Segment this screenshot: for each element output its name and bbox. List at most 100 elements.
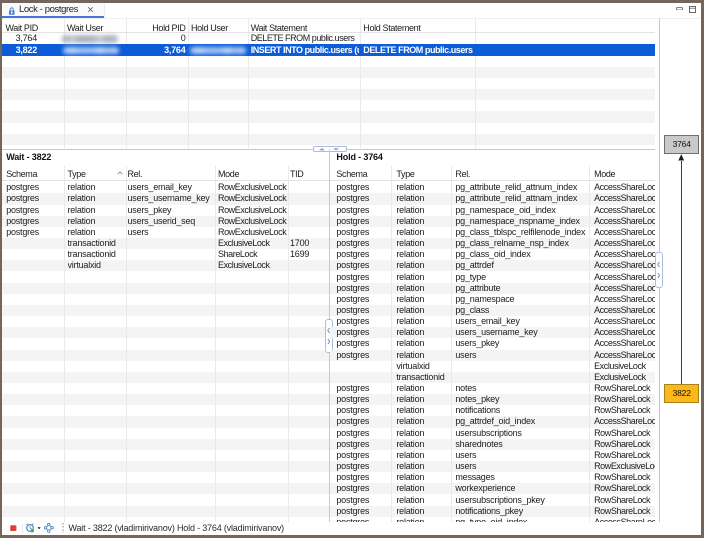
column-header-rel[interactable]: Rel. bbox=[455, 169, 470, 179]
cell-type: relation bbox=[396, 506, 450, 517]
lock-row[interactable]: postgresrelationpg_attribute_relid_attnu… bbox=[330, 182, 655, 193]
table-row-stripe bbox=[2, 350, 329, 361]
lock-row[interactable]: postgresrelationusersRowExclusiveLock bbox=[330, 461, 655, 472]
lock-row[interactable]: postgresrelationusersRowExclusiveLock bbox=[2, 227, 329, 238]
lock-row[interactable]: postgresrelationusersubscriptionsRowShar… bbox=[330, 428, 655, 439]
lock-row[interactable]: postgresrelationnotesRowShareLock bbox=[330, 383, 655, 394]
cell-schema: postgres bbox=[336, 483, 390, 494]
column-header-type[interactable]: Type bbox=[396, 169, 414, 179]
lock-row[interactable]: postgresrelationmessagesRowShareLock bbox=[330, 472, 655, 483]
graph-node-wait[interactable]: 3822 bbox=[664, 384, 699, 403]
lock-row[interactable]: postgresrelationpg_classAccessShareLock bbox=[330, 305, 655, 316]
column-header-wait-pid[interactable]: Wait PID bbox=[6, 23, 38, 33]
lock-row[interactable]: postgresrelationpg_class_tblspc_relfilen… bbox=[330, 227, 655, 238]
column-header-schema[interactable]: Schema bbox=[336, 169, 367, 179]
cell-mode: RowExclusiveLock bbox=[218, 205, 291, 216]
lock-row[interactable]: virtualxidExclusiveLock bbox=[2, 260, 329, 271]
lock-row[interactable]: postgresrelationpg_attrdef_oid_indexAcce… bbox=[330, 416, 655, 427]
lock-row[interactable]: virtualxidExclusiveLock bbox=[330, 361, 655, 372]
lock-row[interactable]: postgresrelationpg_attributeAccessShareL… bbox=[330, 283, 655, 294]
cell-mode: AccessShareLock bbox=[594, 272, 655, 283]
cell-mode: AccessShareLock bbox=[594, 350, 655, 361]
column-header-wait-user[interactable]: Wait User bbox=[67, 23, 103, 33]
restore-window-icon[interactable] bbox=[689, 6, 696, 13]
tab-close-icon[interactable] bbox=[87, 3, 94, 17]
column-header-wait-statement[interactable]: Wait Statement bbox=[251, 23, 307, 33]
column-header-hold-statement[interactable]: Hold Statement bbox=[363, 23, 420, 33]
cell-type: relation bbox=[396, 495, 450, 506]
stop-icon[interactable] bbox=[10, 525, 17, 532]
column-header-hold-pid[interactable]: Hold PID bbox=[142, 23, 186, 33]
tab-title: Lock - postgres bbox=[19, 3, 78, 17]
lock-row[interactable]: postgresrelationpg_namespace_oid_indexAc… bbox=[330, 205, 655, 216]
lock-row[interactable]: postgresrelationnotificationsRowShareLoc… bbox=[330, 405, 655, 416]
lock-row[interactable]: postgresrelationusers_pkeyAccessShareLoc… bbox=[330, 338, 655, 349]
lock-row[interactable]: postgresrelationpg_attribute_relid_attna… bbox=[330, 193, 655, 204]
column-header-rel[interactable]: Rel. bbox=[128, 169, 143, 179]
splitter-collapse-control-graph[interactable] bbox=[655, 252, 663, 288]
minimize-icon[interactable] bbox=[676, 7, 683, 10]
diagram-icon[interactable] bbox=[44, 523, 54, 533]
table-row-stripe bbox=[2, 305, 329, 316]
table-row-stripe bbox=[2, 283, 329, 294]
cell-mode: ExclusiveLock bbox=[218, 238, 291, 249]
cell-schema: postgres bbox=[336, 506, 390, 517]
table-row-stripe bbox=[2, 111, 655, 122]
lock-row[interactable]: postgresrelationusersAccessShareLock bbox=[330, 350, 655, 361]
cell-rel: pg_attribute_relid_attnum_index bbox=[455, 182, 587, 193]
column-header-type[interactable]: Type bbox=[68, 169, 86, 179]
lock-row[interactable]: postgresrelationsharednotesRowShareLock bbox=[330, 439, 655, 450]
lock-row[interactable]: postgresrelationpg_class_oid_indexAccess… bbox=[330, 249, 655, 260]
cell-schema: postgres bbox=[336, 394, 390, 405]
table-row-stripe bbox=[2, 483, 329, 494]
lock-row[interactable]: postgresrelationpg_class_relname_nsp_ind… bbox=[330, 238, 655, 249]
lock-row[interactable]: postgresrelationpg_typeAccessShareLock bbox=[330, 272, 655, 283]
lock-row[interactable]: postgresrelationpg_namespaceAccessShareL… bbox=[330, 294, 655, 305]
collapse-down-icon bbox=[333, 148, 339, 150]
lock-row[interactable]: postgresrelationnotifications_pkeyRowSha… bbox=[330, 506, 655, 517]
cell-rel: pg_attrdef bbox=[455, 260, 587, 271]
lock-row[interactable]: postgresrelationnotes_pkeyRowShareLock bbox=[330, 394, 655, 405]
cell-schema: postgres bbox=[336, 472, 390, 483]
cell-rel: pg_attribute_relid_attnam_index bbox=[455, 193, 587, 204]
cell-schema: postgres bbox=[6, 216, 62, 227]
graph-node-hold[interactable]: 3764 bbox=[664, 135, 699, 153]
cell-type: relation bbox=[396, 394, 450, 405]
lock-row[interactable]: postgresrelationusers_username_keyRowExc… bbox=[2, 193, 329, 204]
graph-edge bbox=[681, 161, 682, 385]
cell-rel: pg_class_relname_nsp_index bbox=[455, 238, 587, 249]
lock-table-row[interactable]: 3,7640DELETE FROM public.users bbox=[2, 33, 655, 44]
column-header-mode[interactable]: Mode bbox=[594, 169, 615, 179]
lock-row[interactable]: postgresrelationusers_email_keyRowExclus… bbox=[2, 182, 329, 193]
lock-row[interactable]: postgresrelationusers_userid_seqRowExclu… bbox=[2, 216, 329, 227]
cell-schema: postgres bbox=[336, 327, 390, 338]
cell-type: virtualxid bbox=[68, 260, 123, 271]
auto-refresh-icon[interactable] bbox=[25, 523, 35, 533]
lock-row[interactable]: postgresrelationusers_pkeyRowExclusiveLo… bbox=[2, 205, 329, 216]
cell-hold-pid: 3,764 bbox=[142, 45, 186, 56]
column-header-mode[interactable]: Mode bbox=[218, 169, 239, 179]
cell-rel: usersubscriptions bbox=[455, 428, 587, 439]
lock-row[interactable]: postgresrelationusers_email_keyAccessSha… bbox=[330, 316, 655, 327]
column-header-schema[interactable]: Schema bbox=[6, 169, 37, 179]
cell-type: relation bbox=[396, 205, 450, 216]
lock-icon bbox=[8, 7, 16, 16]
cell-rel: pg_attribute bbox=[455, 283, 587, 294]
lock-row[interactable]: transactionidShareLock1699 bbox=[2, 249, 329, 260]
lock-row[interactable]: postgresrelationusersubscriptions_pkeyRo… bbox=[330, 495, 655, 506]
cell-mode: AccessShareLock bbox=[594, 249, 655, 260]
lock-row[interactable]: postgresrelationusers_username_keyAccess… bbox=[330, 327, 655, 338]
lock-row[interactable]: postgresrelationworkexperienceRowShareLo… bbox=[330, 483, 655, 494]
lock-table-row[interactable]: 3,8223,764INSERT INTO public.users (uDEL… bbox=[2, 45, 655, 56]
lock-row[interactable]: transactionidExclusiveLock1700 bbox=[2, 238, 329, 249]
lock-row[interactable]: postgresrelationpg_attrdefAccessShareLoc… bbox=[330, 260, 655, 271]
lock-row[interactable]: postgresrelationpg_namespace_nspname_ind… bbox=[330, 216, 655, 227]
column-header-hold-user[interactable]: Hold User bbox=[191, 23, 228, 33]
cell-schema: postgres bbox=[336, 338, 390, 349]
lock-row[interactable]: postgresrelationusersRowShareLock bbox=[330, 450, 655, 461]
column-header-tid[interactable]: TID bbox=[290, 169, 303, 179]
lock-row[interactable]: transactionidExclusiveLock bbox=[330, 372, 655, 383]
cell-schema: postgres bbox=[336, 405, 390, 416]
status-bar: Wait - 3822 (vladimirivanov) Hold - 3764… bbox=[2, 522, 701, 535]
dropdown-caret-icon[interactable] bbox=[37, 527, 41, 530]
